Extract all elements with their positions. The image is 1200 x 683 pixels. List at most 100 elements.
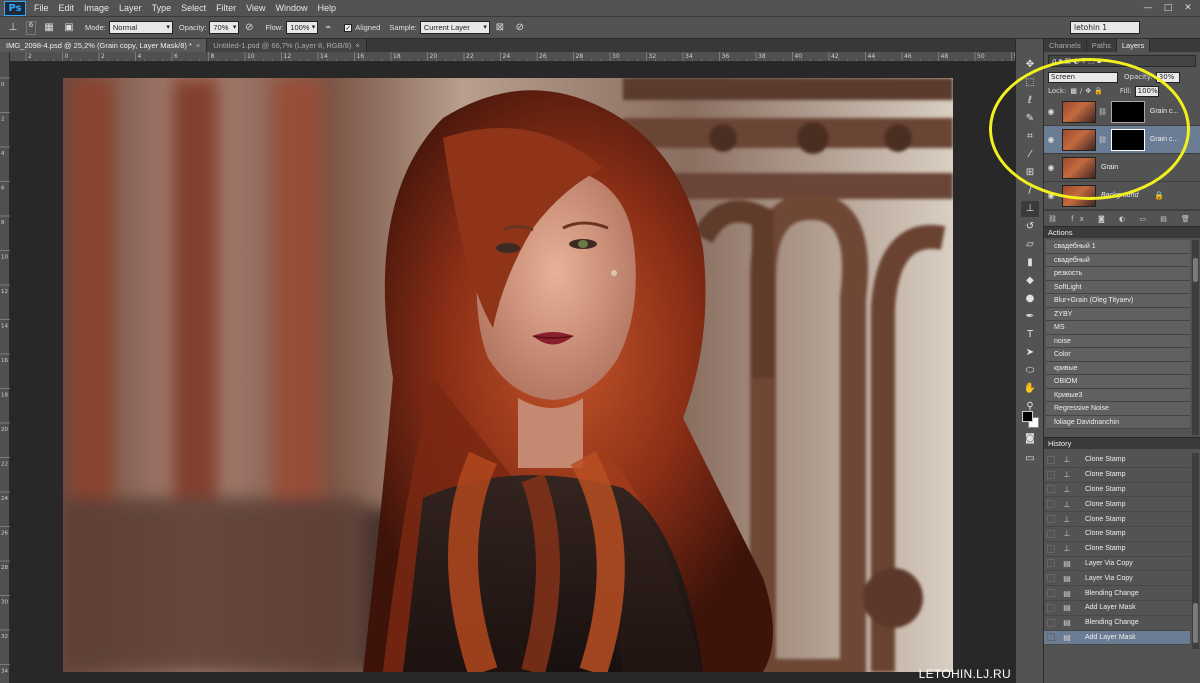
close-icon[interactable]: ✕ xyxy=(1180,1,1196,15)
action-item[interactable]: свадебный xyxy=(1046,253,1190,267)
action-item[interactable]: noise xyxy=(1046,334,1190,348)
ignore-adjustment-layers-icon[interactable]: ⊠ xyxy=(493,21,507,35)
action-item[interactable]: Color xyxy=(1046,348,1190,362)
history-scrollbar[interactable] xyxy=(1192,453,1199,649)
layer-name[interactable]: Grain xyxy=(1101,164,1118,171)
history-source-checkbox[interactable] xyxy=(1047,603,1055,612)
healing-brush-tool-icon[interactable]: ⊞ xyxy=(1021,165,1039,181)
history-item[interactable]: ⊥ Clone Stamp xyxy=(1044,497,1190,513)
history-source-checkbox[interactable] xyxy=(1047,589,1055,598)
layers-footer-icons[interactable]: ⛓ fx ◙ ◐ ▭ ▤ 🗑 xyxy=(1044,210,1200,226)
visibility-eye-icon[interactable]: ◉ xyxy=(1044,107,1058,116)
menu-help[interactable]: Help xyxy=(317,3,336,13)
action-item[interactable]: OBIOM xyxy=(1046,375,1190,389)
clone-stamp-tool-preset-icon[interactable]: ⊥ xyxy=(6,21,20,35)
history-panel-title[interactable]: History xyxy=(1044,437,1200,449)
menu-filter[interactable]: Filter xyxy=(216,3,236,13)
brush-tool-icon[interactable]: ∕ xyxy=(1021,183,1039,199)
history-item[interactable]: ▤ Add Layer Mask xyxy=(1044,601,1190,616)
canvas-area[interactable]: LETOHIN.LJ.RU xyxy=(10,62,1015,683)
action-item[interactable]: ZYBY xyxy=(1046,307,1190,321)
layer-name[interactable]: Background xyxy=(1101,192,1138,199)
action-item[interactable]: Кривые3 xyxy=(1046,388,1190,402)
hand-tool-icon[interactable]: ✋ xyxy=(1021,381,1039,397)
history-item[interactable]: ⊥ Clone Stamp xyxy=(1044,468,1190,483)
layer-mask-thumbnail[interactable] xyxy=(1110,128,1145,151)
marquee-tool-icon[interactable]: ⬚ xyxy=(1021,75,1039,91)
maximize-icon[interactable]: □ xyxy=(1160,1,1176,15)
history-item-current[interactable]: ▤ Add Layer Mask xyxy=(1044,630,1190,646)
action-item[interactable]: SoftLight xyxy=(1046,280,1190,294)
clone-stamp-tool-icon[interactable]: ⊥ xyxy=(1021,201,1039,217)
doc-tab-untitled-1[interactable]: Untitled-1.psd @ 66,7% (Layer 8, RGB/8) × xyxy=(207,39,367,52)
fill-field[interactable]: 100% xyxy=(1134,85,1159,97)
history-source-checkbox[interactable] xyxy=(1047,470,1055,479)
history-source-checkbox[interactable] xyxy=(1047,633,1055,642)
close-tab-icon[interactable]: × xyxy=(196,41,200,50)
history-source-checkbox[interactable] xyxy=(1047,515,1055,524)
layer-opacity-field[interactable]: 30% xyxy=(1155,71,1180,83)
action-item[interactable]: Blur+Grain (Oleg Tityaev) xyxy=(1046,294,1190,308)
vertical-ruler[interactable]: 0 2 4 6 8 10 12 14 16 18 20 22 24 26 28 30 32 34 xyxy=(0,52,10,683)
pressure-opacity-icon[interactable]: ⊘ xyxy=(242,21,256,35)
dodge-tool-icon[interactable]: ● xyxy=(1021,291,1039,307)
action-item[interactable]: свадебный 1 xyxy=(1046,240,1190,254)
aligned-checkbox[interactable]: ✓ xyxy=(344,23,353,32)
layer-name[interactable]: Grain c... xyxy=(1150,136,1178,143)
mask-link-icon[interactable]: ⛓ xyxy=(1098,136,1107,144)
menu-view[interactable]: View xyxy=(246,3,265,13)
path-selection-tool-icon[interactable]: ➤ xyxy=(1021,345,1039,361)
eyedropper-tool-icon[interactable]: ⁄ xyxy=(1021,147,1039,163)
history-brush-tool-icon[interactable]: ↺ xyxy=(1021,219,1039,235)
history-source-checkbox[interactable] xyxy=(1047,559,1055,568)
blend-mode-select[interactable]: Screen xyxy=(1048,71,1118,83)
history-source-checkbox[interactable] xyxy=(1047,455,1055,464)
gradient-tool-icon[interactable]: ▮ xyxy=(1021,255,1039,271)
flow-field[interactable]: 100% xyxy=(286,21,319,34)
eraser-tool-icon[interactable]: ▱ xyxy=(1021,237,1039,253)
layer-row-background[interactable]: ◉ Background 🔒 xyxy=(1044,182,1200,210)
layer-row-grain-copy-2[interactable]: ◉ ⛓ Grain c... xyxy=(1044,98,1200,126)
lock-options-icon[interactable]: ▩∕✥🔒 xyxy=(1070,87,1106,95)
opacity-field[interactable]: 70% xyxy=(209,21,240,34)
action-item[interactable]: Regressive Noise xyxy=(1046,402,1190,416)
layer-mask-thumbnail[interactable] xyxy=(1110,100,1145,123)
action-item[interactable]: MS xyxy=(1046,321,1190,335)
layer-row-grain[interactable]: ◉ Grain xyxy=(1044,154,1200,182)
visibility-eye-icon[interactable]: ◉ xyxy=(1044,163,1058,172)
document-image[interactable] xyxy=(63,78,953,672)
history-source-checkbox[interactable] xyxy=(1047,529,1055,538)
history-item[interactable]: ⊥ Clone Stamp xyxy=(1044,527,1190,542)
history-item[interactable]: ⊥ Clone Stamp xyxy=(1044,512,1190,527)
visibility-eye-icon[interactable]: ◉ xyxy=(1044,135,1058,144)
minimize-icon[interactable]: — xyxy=(1140,1,1156,15)
menu-edit[interactable]: Edit xyxy=(59,3,75,13)
brush-size-picker[interactable]: 6 xyxy=(26,20,36,35)
pressure-size-icon[interactable]: ⊘ xyxy=(513,21,527,35)
history-source-checkbox[interactable] xyxy=(1047,500,1055,509)
history-item[interactable]: ⊥ Clone Stamp xyxy=(1044,453,1190,468)
quick-mask-icon[interactable]: ◙ xyxy=(1021,431,1039,447)
layer-row-grain-copy[interactable]: ◉ ⛓ Grain c... xyxy=(1044,126,1200,154)
menu-file[interactable]: File xyxy=(34,3,49,13)
layer-name[interactable]: Grain c... xyxy=(1150,108,1178,115)
sample-select[interactable]: Current Layer xyxy=(419,21,490,34)
history-item[interactable]: ▤ Layer Via Copy xyxy=(1044,557,1190,572)
quick-select-tool-icon[interactable]: ✎ xyxy=(1021,111,1039,127)
clone-source-icon[interactable]: ▣ xyxy=(62,21,76,35)
action-item[interactable]: foliage Davidnanchin xyxy=(1046,415,1190,429)
type-tool-icon[interactable]: T xyxy=(1021,327,1039,343)
workspace-select[interactable]: letohin 1 xyxy=(1070,21,1140,34)
history-source-checkbox[interactable] xyxy=(1047,544,1055,553)
actions-scrollbar[interactable] xyxy=(1192,240,1199,435)
history-item[interactable]: ▤ Blending Change xyxy=(1044,586,1190,601)
foreground-color-swatch[interactable] xyxy=(1022,411,1033,422)
history-source-checkbox[interactable] xyxy=(1047,574,1055,583)
actions-scroll-thumb[interactable] xyxy=(1193,258,1198,282)
mask-link-icon[interactable]: ⛓ xyxy=(1098,108,1107,116)
menu-layer[interactable]: Layer xyxy=(119,3,142,13)
horizontal-ruler[interactable]: 2 0 2 4 6 8 10 12 14 16 18 20 22 24 26 28 30 32 34 36 38 40 42… xyxy=(10,52,1015,62)
history-item[interactable]: ▤ Blending Change xyxy=(1044,616,1190,631)
history-source-checkbox[interactable] xyxy=(1047,485,1055,494)
menu-image[interactable]: Image xyxy=(84,3,109,13)
